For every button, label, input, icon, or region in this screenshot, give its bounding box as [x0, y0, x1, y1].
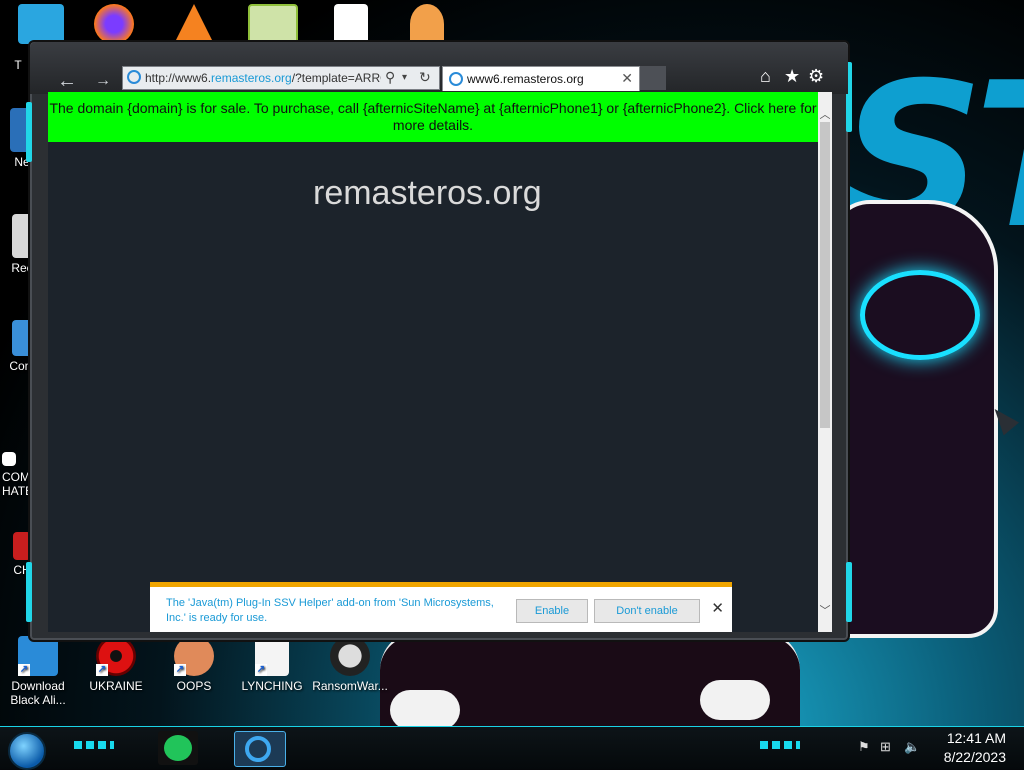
search-icon[interactable]: ⚲	[385, 69, 395, 86]
page-domain-title: remasteros.org	[313, 174, 542, 212]
monitor-icon[interactable]	[18, 4, 64, 44]
network-icon[interactable]: ⊞	[880, 739, 891, 755]
icon-label: Download Black Ali...	[10, 679, 66, 707]
banner-text: The domain {domain} is for sale. To purc…	[49, 100, 817, 133]
tab-close-icon[interactable]: ✕	[621, 70, 633, 87]
taskbar-app-ie[interactable]	[234, 731, 286, 767]
notification-close-icon[interactable]: ✕	[711, 599, 724, 617]
vertical-scrollbar[interactable]: ︿ ﹀	[818, 92, 832, 632]
ie-page-icon	[449, 72, 463, 86]
blank-file-icon: ↗	[255, 636, 289, 676]
taskbar-decoration	[760, 741, 800, 749]
favorites-star-icon[interactable]: ★	[784, 66, 800, 87]
wallpaper-shoe	[700, 680, 770, 720]
wallpaper-glow	[860, 270, 980, 360]
page-viewport: The domain {domain} is for sale. To purc…	[48, 92, 818, 632]
skull-icon	[330, 636, 370, 676]
clock-time: 12:41 AM	[946, 730, 1006, 746]
url-prefix: http://www6.	[145, 71, 212, 85]
internet-explorer-icon	[245, 736, 271, 762]
home-icon[interactable]: ⌂	[760, 66, 771, 87]
window-decoration	[26, 102, 32, 162]
volume-icon[interactable]: 🔈	[904, 739, 920, 755]
dont-enable-button[interactable]: Don't enable	[594, 599, 700, 623]
desktop-icon-ukraine[interactable]: ↗ UKRAINE	[78, 636, 154, 693]
dropdown-icon[interactable]: ▾	[402, 72, 407, 83]
firefox-icon[interactable]	[94, 4, 134, 44]
forward-arrow-icon: →	[95, 72, 111, 89]
url-suffix: /?template=ARRO	[291, 71, 381, 85]
notification-message: The 'Java(tm) Plug-In SSV Helper' add-on…	[166, 597, 494, 624]
address-bar[interactable]: http://www6.remasteros.org/?template=ARR…	[122, 66, 440, 90]
face-icon: ↗	[174, 636, 214, 676]
icon-label: UKRAINE	[89, 679, 143, 693]
wallpaper-figure	[830, 200, 998, 638]
ie-page-icon	[127, 70, 141, 84]
tab-active[interactable]: www6.remasteros.org ✕	[442, 66, 640, 91]
desktop-icon-ransomware[interactable]: RansomWar...	[312, 636, 388, 693]
scroll-down-icon[interactable]: ﹀	[818, 602, 832, 618]
system-clock[interactable]: 12:41 AM 8/22/2023	[944, 729, 1006, 767]
scroll-up-icon[interactable]: ︿	[818, 106, 832, 122]
address-url: http://www6.remasteros.org/?template=ARR…	[145, 71, 381, 85]
desktop-icon-download[interactable]: ↗ Download Black Ali...	[0, 636, 76, 707]
url-domain: remasteros.org	[211, 71, 292, 85]
clock-date: 8/22/2023	[943, 749, 1006, 765]
settings-gear-icon[interactable]: ⚙	[808, 66, 824, 87]
icon-label: RansomWar...	[312, 679, 388, 693]
shortcut-arrow-icon	[2, 452, 16, 466]
window-decoration	[846, 562, 852, 622]
blank-file-icon[interactable]	[334, 4, 368, 44]
flag-icon[interactable]: ⚑	[858, 739, 870, 755]
back-arrow-icon: ←	[57, 70, 77, 92]
taskbar-app-notes[interactable]	[158, 731, 198, 765]
icon-label: T	[14, 58, 22, 72]
browser-titlebar: ← → http://www6.remasteros.org/?template…	[30, 42, 848, 94]
browser-window: ← → http://www6.remasteros.org/?template…	[26, 40, 852, 642]
radiation-icon: ↗	[96, 636, 136, 676]
scrollbar-thumb[interactable]	[820, 122, 830, 428]
chat-app-icon	[164, 735, 192, 761]
taskbar-decoration	[74, 741, 114, 749]
icon-label: LYNCHING	[241, 679, 303, 693]
domain-for-sale-banner[interactable]: The domain {domain} is for sale. To purc…	[48, 92, 818, 142]
new-tab-button[interactable]	[640, 66, 666, 90]
start-button[interactable]	[8, 732, 46, 770]
vlc-icon[interactable]	[176, 4, 212, 40]
icon-label: OOPS	[176, 679, 212, 693]
tab-title: www6.remasteros.org	[467, 72, 584, 86]
taskbar: ⚑ ⊞ 🔈 12:41 AM 8/22/2023	[0, 726, 1024, 770]
refresh-icon[interactable]: ↻	[419, 69, 431, 86]
addon-notification-bar: The 'Java(tm) Plug-In SSV Helper' add-on…	[150, 582, 732, 632]
enable-button[interactable]: Enable	[516, 599, 588, 623]
monitor-icon: ↗	[18, 636, 58, 676]
user-icon[interactable]	[410, 4, 444, 44]
window-decoration	[26, 562, 32, 622]
wallpaper-shoe	[390, 690, 460, 730]
desktop-icon-lynching[interactable]: ↗ LYNCHING	[234, 636, 310, 693]
desktop-icon-oops[interactable]: ↗ OOPS	[156, 636, 232, 693]
